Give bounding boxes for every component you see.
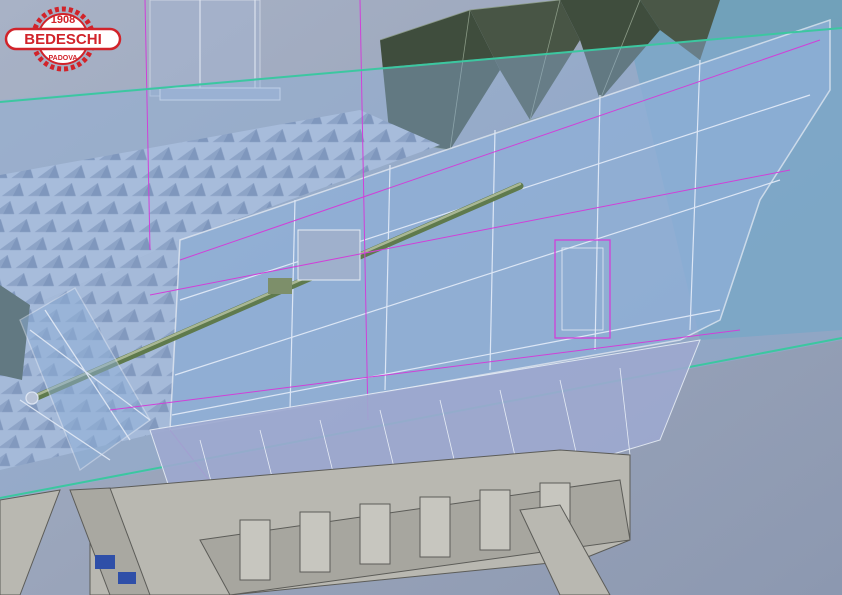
cad-render-svg <box>0 0 842 595</box>
logo-name: BEDESCHI <box>24 31 102 48</box>
logo-city: PADOVA <box>49 55 78 62</box>
bedeschi-logo: 1908 BEDESCHI PADOVA <box>4 6 122 72</box>
logo-year: 1908 <box>51 14 75 26</box>
cad-scene: 1908 BEDESCHI PADOVA <box>0 0 842 595</box>
